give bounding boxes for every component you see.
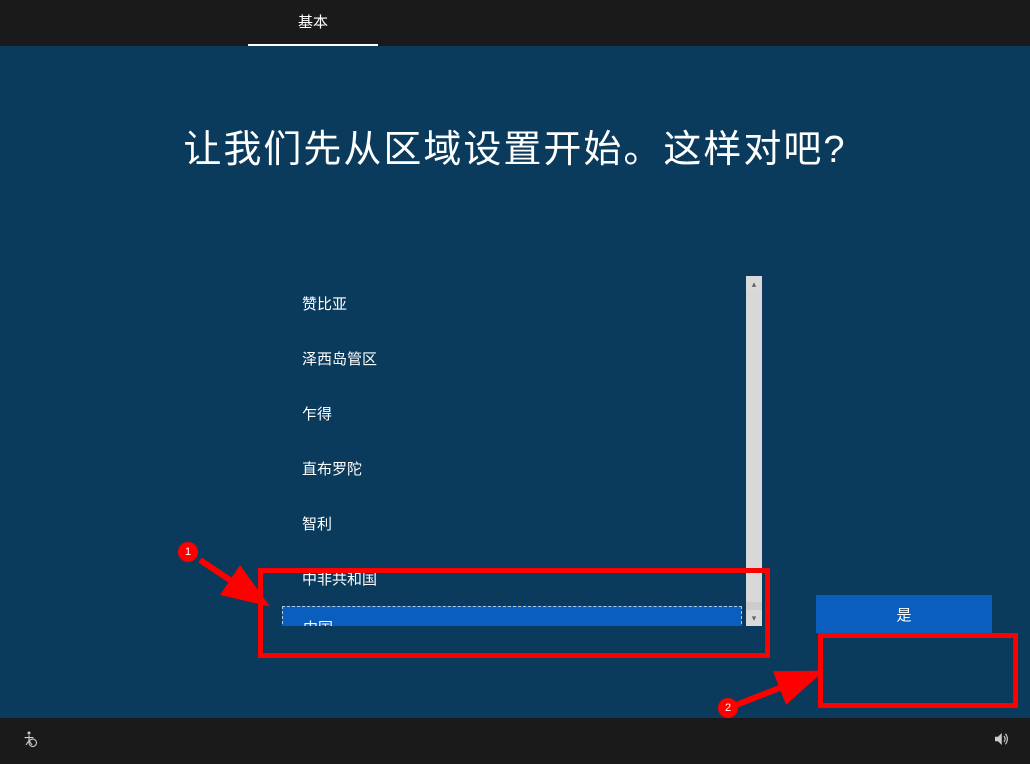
top-bar: 基本	[0, 0, 1030, 46]
list-item[interactable]: 智利	[282, 496, 742, 551]
main-content: 让我们先从区域设置开始。这样对吧? 赞比亚 泽西岛管区 乍得 直布罗陀 智利 中…	[12, 46, 1018, 718]
list-item[interactable]: 直布罗陀	[282, 441, 742, 496]
scrollbar-thumb[interactable]	[746, 292, 762, 602]
volume-icon[interactable]	[992, 730, 1010, 753]
scrollbar-up-icon[interactable]: ▴	[746, 276, 762, 292]
tab-basic[interactable]: 基本	[248, 0, 378, 47]
region-list-container: 赞比亚 泽西岛管区 乍得 直布罗陀 智利 中非共和国 中国 ▴ ▾	[282, 276, 762, 626]
yes-button[interactable]: 是	[816, 595, 992, 633]
bottom-bar	[0, 718, 1030, 764]
scrollbar-down-icon[interactable]: ▾	[746, 610, 762, 626]
list-item[interactable]: 乍得	[282, 386, 742, 441]
list-item[interactable]: 中非共和国	[282, 551, 742, 606]
list-item-selected[interactable]: 中国	[282, 606, 742, 626]
region-list[interactable]: 赞比亚 泽西岛管区 乍得 直布罗陀 智利 中非共和国 中国	[282, 276, 742, 626]
accessibility-icon[interactable]	[20, 730, 38, 753]
list-item[interactable]: 泽西岛管区	[282, 331, 742, 386]
scrollbar[interactable]: ▴ ▾	[746, 276, 762, 626]
list-item[interactable]: 赞比亚	[282, 276, 742, 331]
page-title: 让我们先从区域设置开始。这样对吧?	[12, 118, 1018, 173]
